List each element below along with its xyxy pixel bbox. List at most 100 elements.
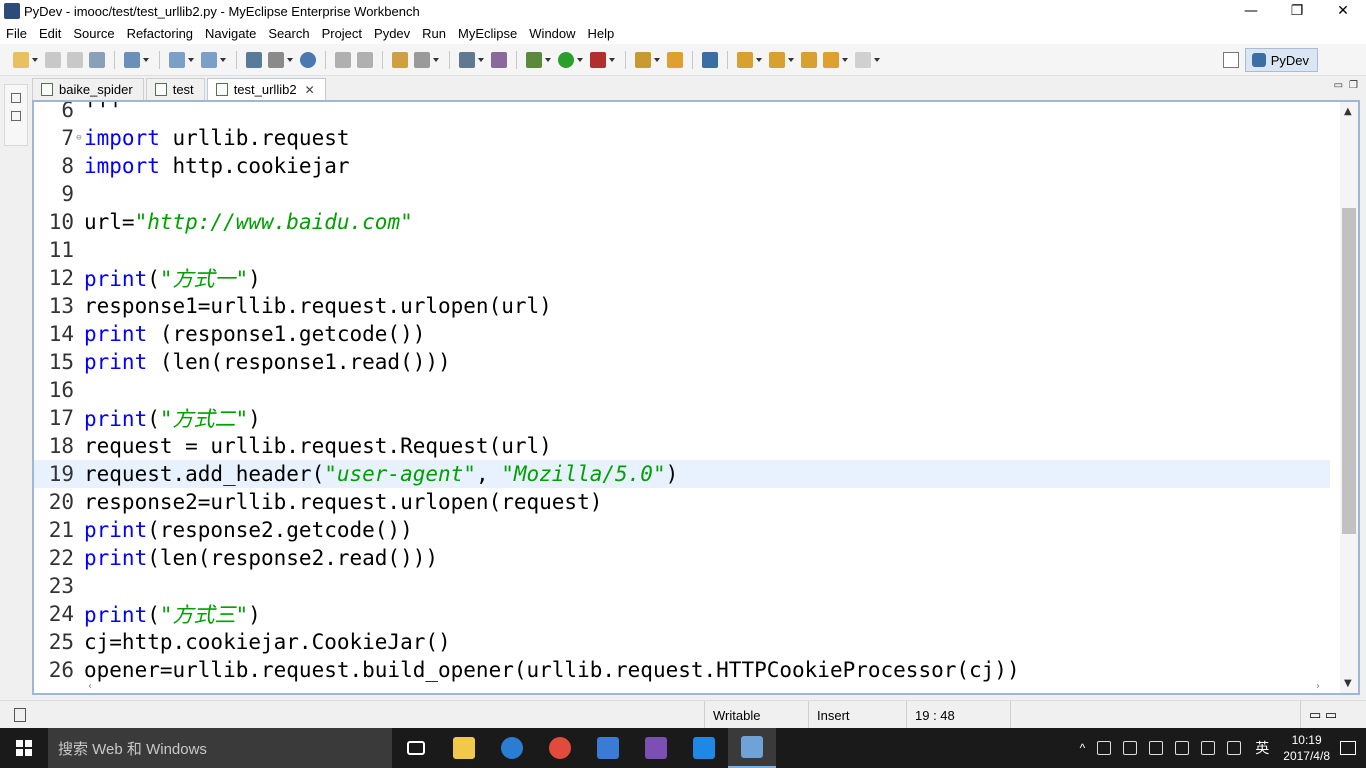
- menu-search[interactable]: Search: [262, 26, 315, 41]
- tab-test[interactable]: test: [145, 78, 205, 100]
- code-line[interactable]: 24 print("方式三"): [34, 600, 1330, 628]
- save-icon[interactable]: [45, 51, 61, 68]
- start-button[interactable]: [0, 728, 48, 768]
- scroll-up-icon[interactable]: ▲: [1344, 106, 1352, 117]
- scroll-right-icon[interactable]: ›: [1316, 681, 1320, 692]
- menu-pydev[interactable]: Pydev: [368, 26, 416, 41]
- print-icon[interactable]: [89, 51, 105, 68]
- menu-myeclipse[interactable]: MyEclipse: [452, 26, 523, 41]
- deploy-icon[interactable]: [246, 51, 262, 68]
- code-line[interactable]: 8 import http.cookiejar: [34, 152, 1330, 180]
- security-shield-icon[interactable]: [1123, 741, 1138, 755]
- ime-indicator[interactable]: 英: [1255, 738, 1269, 758]
- run-icon[interactable]: [558, 51, 574, 68]
- code-editor[interactable]: 6 ''' 7 ⊖ import urllib.request 8 import http.…: [32, 100, 1360, 695]
- palette-icon[interactable]: [491, 51, 507, 68]
- restore-button[interactable]: ❐: [1274, 0, 1320, 22]
- build-icon[interactable]: [392, 51, 408, 68]
- action-center-icon[interactable]: [1340, 741, 1356, 755]
- scroll-down-icon[interactable]: ▼: [1344, 678, 1352, 689]
- menu-edit[interactable]: Edit: [33, 26, 67, 41]
- menu-source[interactable]: Source: [67, 26, 120, 41]
- code-line[interactable]: 12 print("方式一"): [34, 264, 1330, 292]
- chevron-down-icon[interactable]: [478, 57, 484, 62]
- chevron-down-icon[interactable]: [874, 57, 880, 62]
- code-line[interactable]: 11: [34, 236, 1330, 264]
- code-line[interactable]: 9: [34, 180, 1330, 208]
- chevron-down-icon[interactable]: [609, 57, 615, 62]
- maximize-editor-icon[interactable]: ❐: [1349, 80, 1358, 91]
- last-edit-icon[interactable]: [801, 51, 817, 68]
- scroll-thumb[interactable]: [1342, 208, 1356, 534]
- restore-view-icon[interactable]: [11, 93, 21, 103]
- file-explorer-taskbar-button[interactable]: [440, 728, 488, 768]
- chevron-down-icon[interactable]: [32, 57, 38, 62]
- prev-annotation-icon[interactable]: [769, 51, 785, 68]
- fast-view-icon[interactable]: [14, 708, 26, 722]
- code-line[interactable]: 16: [34, 376, 1330, 404]
- close-button[interactable]: ✕: [1320, 0, 1366, 22]
- code-line[interactable]: 21 print(response2.getcode()): [34, 516, 1330, 544]
- keyboard-icon[interactable]: [1227, 741, 1242, 755]
- open-folder-icon[interactable]: [667, 51, 683, 68]
- camera-icon[interactable]: [459, 51, 475, 68]
- code-line[interactable]: 15 print (len(response1.read())): [34, 348, 1330, 376]
- chevron-down-icon[interactable]: [788, 57, 794, 62]
- chrome-taskbar-button[interactable]: [536, 728, 584, 768]
- vertical-scrollbar[interactable]: ▲ ▼: [1340, 102, 1358, 693]
- chevron-down-icon[interactable]: [433, 57, 439, 62]
- wand-icon[interactable]: [635, 51, 651, 68]
- chevron-down-icon[interactable]: [756, 57, 762, 62]
- package-explorer-icon[interactable]: [11, 111, 21, 121]
- save-all-icon[interactable]: [67, 51, 83, 68]
- code-line[interactable]: 6 ''': [34, 102, 1330, 124]
- taskbar-search-box[interactable]: 搜索 Web 和 Windows: [48, 728, 392, 768]
- python-icon[interactable]: [702, 51, 718, 68]
- connect-icon[interactable]: [357, 51, 373, 68]
- status-view-controls[interactable]: ▭ ▭: [1300, 701, 1366, 729]
- menu-run[interactable]: Run: [416, 26, 452, 41]
- new-icon[interactable]: [13, 51, 29, 68]
- chevron-down-icon[interactable]: [220, 57, 226, 62]
- menu-file[interactable]: File: [0, 26, 33, 41]
- link-icon[interactable]: [335, 51, 351, 68]
- minimize-button[interactable]: —: [1228, 0, 1274, 22]
- volume-icon[interactable]: [1201, 741, 1216, 755]
- task-view-taskbar-button[interactable]: [392, 728, 440, 768]
- network-disconnected-icon[interactable]: [1097, 741, 1112, 755]
- code-line[interactable]: 19 request.add_header("user-agent", "Mozi…: [34, 460, 1330, 488]
- code-line[interactable]: 13 response1=urllib.request.urlopen(url): [34, 292, 1330, 320]
- code-line[interactable]: 18 request = urllib.request.Request(url): [34, 432, 1330, 460]
- code-line[interactable]: 14 print (response1.getcode()): [34, 320, 1330, 348]
- debug-icon[interactable]: [526, 51, 542, 68]
- chevron-down-icon[interactable]: [188, 57, 194, 62]
- fold-toggle-icon[interactable]: ⊖: [74, 133, 84, 143]
- chevron-down-icon[interactable]: [545, 57, 551, 62]
- open-perspective-icon[interactable]: [1222, 52, 1239, 68]
- target-icon[interactable]: [414, 51, 430, 68]
- menu-refactoring[interactable]: Refactoring: [121, 26, 199, 41]
- menu-window[interactable]: Window: [523, 26, 581, 41]
- search-file-icon[interactable]: [201, 51, 217, 68]
- tab-test-urllib2[interactable]: test_urllib2 ✕: [206, 78, 326, 100]
- code-line[interactable]: 25 cj=http.cookiejar.CookieJar(): [34, 628, 1330, 656]
- notes-app-taskbar-button[interactable]: [584, 728, 632, 768]
- minimize-editor-icon[interactable]: ▭: [1334, 80, 1343, 91]
- new-project-icon[interactable]: [124, 51, 140, 68]
- visual-studio-taskbar-button[interactable]: [632, 728, 680, 768]
- edge-browser-taskbar-button[interactable]: [488, 728, 536, 768]
- chevron-down-icon[interactable]: [143, 57, 149, 62]
- chevron-down-icon[interactable]: [287, 57, 293, 62]
- globe-icon[interactable]: [300, 51, 316, 68]
- wizard-icon[interactable]: [169, 51, 185, 68]
- wifi-icon[interactable]: [1175, 741, 1190, 755]
- menu-navigate[interactable]: Navigate: [199, 26, 262, 41]
- chevron-down-icon[interactable]: [654, 57, 660, 62]
- server-icon[interactable]: [268, 51, 284, 68]
- code-line[interactable]: 10 url="http://www.baidu.com": [34, 208, 1330, 236]
- system-clock[interactable]: 10:19 2017/4/8: [1283, 732, 1330, 764]
- myeclipse-taskbar-button[interactable]: [728, 728, 776, 768]
- chevron-down-icon[interactable]: [577, 57, 583, 62]
- code-line[interactable]: 23: [34, 572, 1330, 600]
- horizontal-scrollbar[interactable]: ‹ ›: [82, 679, 1326, 693]
